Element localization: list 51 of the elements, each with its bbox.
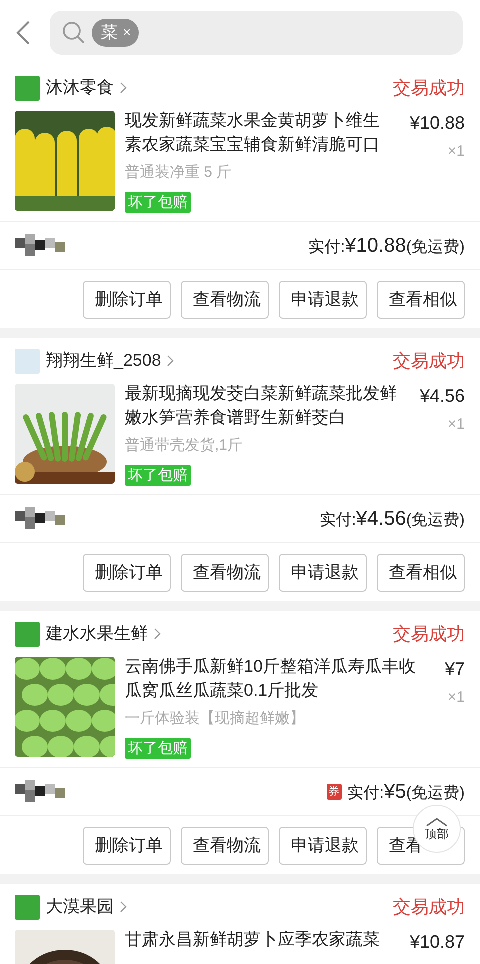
chevron-right-icon (120, 82, 127, 94)
unit-price: ¥10.87 (410, 931, 465, 954)
search-icon (62, 20, 86, 44)
product-title[interactable]: 最新现摘现发茭白菜新鲜蔬菜批发鲜嫩水笋营养食谱野生新鲜茭白 (125, 382, 400, 430)
order-status: 交易成功 (393, 350, 465, 372)
unit-price: ¥7 (444, 658, 465, 681)
product-title[interactable]: 云南佛手瓜新鲜10斤整箱洋瓜寿瓜丰收瓜窝瓜丝瓜蔬菜0.1斤批发 (125, 655, 425, 703)
quantity: ×1 (448, 415, 465, 435)
product-title[interactable]: 甘肃永昌新鲜胡萝卜应季农家蔬菜 (125, 928, 380, 952)
chevron-right-icon (167, 355, 174, 367)
amount-paid: 实付:¥5(免运费) (348, 780, 465, 804)
order-action-button[interactable]: 申请退款 (279, 827, 367, 865)
order-action-button[interactable]: 查看相似 (377, 554, 465, 592)
order-action-button[interactable]: 查看物流 (181, 827, 269, 865)
shop-name[interactable]: 沐沐零食 (46, 75, 114, 101)
shop-logo-icon (15, 622, 40, 646)
order-action-button[interactable]: 申请退款 (279, 554, 367, 592)
chevron-right-icon (154, 628, 161, 640)
order-status: 交易成功 (393, 896, 465, 918)
shop-logo-icon (15, 894, 40, 920)
shop-logo-icon (15, 76, 40, 100)
order-action-button[interactable]: 查看相似 (377, 281, 465, 319)
guarantee-badge: 坏了包赔 (125, 738, 191, 758)
quantity: ×1 (448, 688, 465, 708)
order-action-button[interactable]: 申请退款 (279, 281, 367, 319)
order-status: 交易成功 (393, 76, 465, 100)
coupon-badge: 券 (326, 784, 342, 800)
quantity: ×1 (448, 142, 465, 162)
order-status: 交易成功 (393, 622, 465, 646)
amount-paid: 实付:¥10.88(免运费) (308, 234, 465, 258)
shop-name[interactable]: 建水水果生鲜 (46, 621, 148, 647)
shop-name[interactable]: 大漠果园 (46, 894, 114, 920)
unit-price: ¥10.88 (410, 112, 465, 135)
unit-price: ¥4.56 (420, 385, 465, 408)
order-action-button[interactable]: 查看物流 (181, 554, 269, 592)
back-icon[interactable] (14, 20, 32, 46)
chevron-up-icon (426, 818, 448, 826)
shop-logo-icon (15, 348, 40, 374)
amount-paid: 实付:¥4.56(免运费) (320, 506, 465, 532)
product-spec: 一斤体验装【现摘超鲜嫩】 (125, 709, 305, 729)
product-title[interactable]: 现发新鲜蔬菜水果金黄胡萝卜维生素农家蔬菜宝宝辅食新鲜清脆可口 (125, 109, 390, 157)
product-spec: 普通装净重 5 斤 (125, 163, 232, 183)
order-action-button[interactable]: 查看物流 (181, 281, 269, 319)
chevron-right-icon (120, 901, 127, 913)
guarantee-badge: 坏了包赔 (125, 464, 191, 486)
order-action-button[interactable]: 删除订单 (83, 281, 171, 319)
shop-name[interactable]: 翔翔生鲜_2508 (46, 348, 162, 374)
product-spec: 普通带壳发货,1斤 (125, 436, 243, 456)
order-action-button[interactable]: 删除订单 (83, 827, 171, 865)
order-action-button[interactable]: 删除订单 (83, 554, 171, 592)
guarantee-badge: 坏了包赔 (125, 192, 191, 212)
